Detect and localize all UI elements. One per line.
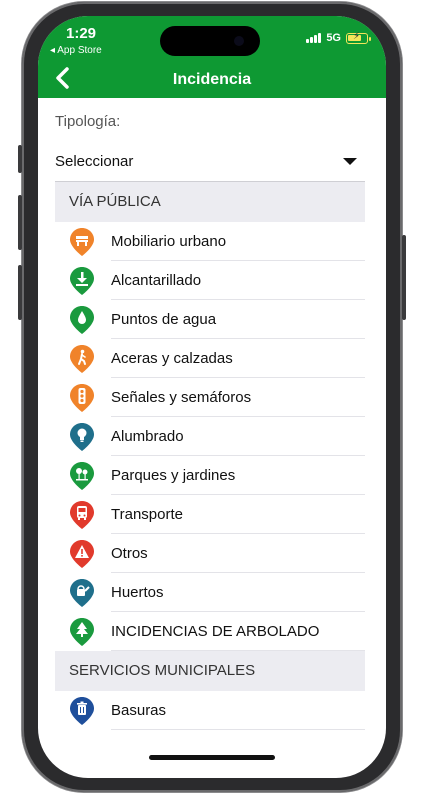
lightbulb-icon — [70, 423, 94, 451]
warning-icon — [70, 540, 94, 568]
volume-up-button — [18, 195, 22, 250]
bus-icon — [70, 501, 94, 529]
tipologia-label: Tipología: — [55, 113, 121, 130]
tree-icon — [70, 618, 94, 646]
status-time: 1:29 — [66, 25, 97, 42]
category-list: VÍA PÚBLICA Mobiliario urbano Alcantarill… — [55, 182, 365, 730]
drain-icon — [70, 267, 94, 295]
list-item[interactable]: Alcantarillado — [55, 261, 365, 300]
dropdown-arrow-icon — [343, 158, 357, 165]
list-item-label: Mobiliario urbano — [111, 233, 227, 250]
row-divider — [111, 650, 365, 651]
power-button — [402, 235, 406, 320]
tipologia-selector[interactable]: Seleccionar — [55, 150, 365, 180]
section-header: VÍA PÚBLICA — [55, 182, 365, 222]
pedestrian-icon — [70, 345, 94, 373]
battery-icon: ⚡ — [346, 30, 371, 44]
list-item[interactable]: Puntos de agua — [55, 300, 365, 339]
list-item-label: Parques y jardines — [111, 467, 236, 484]
status-indicators: 5G ⚡ — [306, 30, 371, 44]
list-item[interactable]: Parques y jardines — [55, 456, 365, 495]
list-item-label: Puntos de agua — [111, 311, 217, 328]
list-item-label: INCIDENCIAS DE ARBOLADO — [111, 623, 320, 640]
list-item-label: Basuras — [111, 702, 167, 719]
selector-value: Seleccionar — [55, 153, 134, 170]
water-drop-icon — [70, 306, 94, 334]
trash-icon — [70, 697, 94, 725]
list-item[interactable]: Aceras y calzadas — [55, 339, 365, 378]
list-item[interactable]: Señales y semáforos — [55, 378, 365, 417]
section-header: SERVICIOS MUNICIPALES — [55, 651, 365, 691]
park-icon — [70, 462, 94, 490]
list-item-label: Alumbrado — [111, 428, 184, 445]
row-divider — [111, 729, 365, 730]
list-item-label: Señales y semáforos — [111, 389, 252, 406]
list-item-label: Transporte — [111, 506, 183, 523]
camera-icon — [234, 36, 244, 46]
list-item[interactable]: INCIDENCIAS DE ARBOLADO — [55, 612, 365, 651]
bench-icon — [70, 228, 94, 256]
volume-down-button — [18, 265, 22, 320]
list-item-label: Huertos — [111, 584, 164, 601]
watering-can-icon — [70, 579, 94, 607]
list-item[interactable]: Alumbrado — [55, 417, 365, 456]
list-item-label: Alcantarillado — [111, 272, 202, 289]
list-item-label: Aceras y calzadas — [111, 350, 233, 367]
list-item[interactable]: Otros — [55, 534, 365, 573]
back-to-app-store-link[interactable]: ◂ App Store — [50, 45, 102, 56]
silent-switch — [18, 145, 22, 173]
list-item[interactable]: Mobiliario urbano — [55, 222, 365, 261]
traffic-light-icon — [70, 384, 94, 412]
dynamic-island — [160, 26, 260, 56]
list-item[interactable]: Basuras — [55, 691, 365, 730]
list-item[interactable]: Transporte — [55, 495, 365, 534]
page-title: Incidencia — [172, 71, 252, 88]
home-indicator[interactable] — [149, 755, 275, 760]
top-bar: 1:29 ◂ App Store 5G ⚡ Incidencia — [38, 16, 386, 98]
phone-screen: 1:29 ◂ App Store 5G ⚡ Incidencia Tipolog… — [38, 16, 386, 778]
charging-bolt-icon: ⚡ — [353, 30, 361, 42]
list-item[interactable]: Huertos — [55, 573, 365, 612]
network-type: 5G — [326, 32, 341, 44]
list-item-label: Otros — [111, 545, 148, 562]
signal-icon — [306, 33, 322, 43]
